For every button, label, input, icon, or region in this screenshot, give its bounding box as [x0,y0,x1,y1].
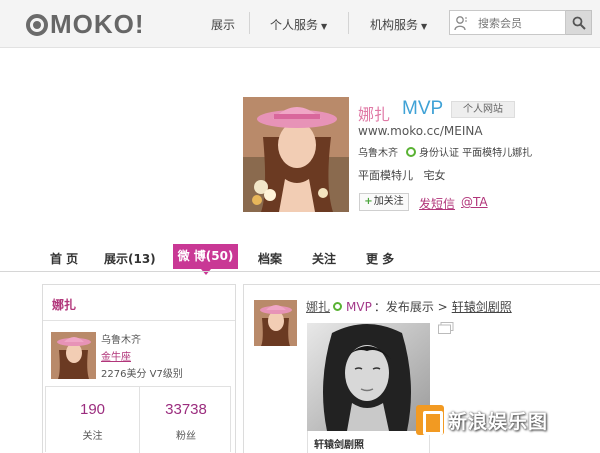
post-photo[interactable] [307,323,430,431]
post-author-photo [254,300,297,346]
sidebar-avatar-photo [51,332,96,379]
nav-divider [348,12,349,34]
profile-location: 乌鲁木齐 [358,148,398,159]
nav-divider [249,12,250,34]
verified-icon [333,302,343,311]
moko-logo[interactable]: MOKO! [26,9,145,40]
sidebar-score-value: 2276美分 [101,369,147,380]
tab-weibo[interactable]: 微 博(50) [173,244,238,275]
sidebar-city: 乌鲁木齐 [101,335,141,346]
mention-link[interactable]: @TA [461,195,488,209]
profile-name[interactable]: 娜扎 [358,101,390,125]
tab-home[interactable]: 首 页 [50,250,78,267]
profile-photo [243,97,349,212]
post-photo-image [307,323,430,431]
verification-text: 身份认证 平面模特儿娜扎 [419,148,533,159]
watermark: 新浪娱乐图 [416,405,600,441]
sidebar-info: 乌鲁木齐 金牛座 2276美分 V7级别 [101,332,183,383]
profile-tags: 平面模特儿 宅女 [358,169,446,182]
member-search-box [449,10,566,35]
verified-icon [406,146,416,157]
user-icon [454,16,467,31]
personal-site-button[interactable]: 个人网站 [451,101,515,118]
tab-following[interactable]: 关注 [312,250,336,267]
profile-url[interactable]: www.moko.cc/MEINA [358,124,483,138]
profile-avatar[interactable] [243,97,349,212]
search-icon [572,16,586,30]
watermark-text: 新浪娱乐图 [448,411,549,433]
stat-value: 190 [79,401,106,418]
watermark-logo-icon [416,405,444,435]
nav-item-label: 机构服务 [370,18,419,32]
sidebar-card: 娜扎 乌鲁木齐 金牛座 2276美分 V7级别 190 关注 33738 粉丝 [42,284,236,453]
mvp-badge: MVP [402,98,444,119]
sidebar-title[interactable]: 娜扎 [43,285,235,321]
top-navigation-bar: MOKO! 展示 个人服务 ▼ 机构服务 ▼ [0,0,600,48]
logo-icon [26,13,48,36]
post-mvp-badge: MVP [346,299,372,314]
post-photo-caption: 轩辕剑剧照 [307,431,430,453]
profile-meta: 乌鲁木齐 身份认证 平面模特儿娜扎 [358,144,532,159]
stat-following[interactable]: 190 关注 [46,387,139,453]
search-input[interactable] [478,14,562,32]
nav-item-label: 个人服务 [270,18,319,32]
caret-down-icon: ▼ [321,22,328,31]
send-message-link[interactable]: 发短信 [419,195,455,212]
stat-fans[interactable]: 33738 粉丝 [139,387,232,453]
profile-tabs: 首 页 展示(13) 档案 关注 更 多 [0,244,600,270]
post-header: 娜扎 MVP ：发布展示 > 轩辕剑剧照 [306,298,512,315]
sidebar-avatar[interactable] [51,332,96,379]
tabs-divider [0,271,600,272]
nav-item-agency-services[interactable]: 机构服务 ▼ [370,16,427,33]
nav-item-showcase[interactable]: 展示 [211,16,235,33]
stat-label: 粉丝 [176,431,196,442]
tab-showcase[interactable]: 展示(13) [104,250,156,267]
stat-value: 33738 [165,401,207,418]
sidebar-level: V7级别 [149,369,183,380]
search-button[interactable] [566,10,592,35]
post-action: ：发布展示 > [373,300,448,314]
sidebar-score: 2276美分 V7级别 [101,366,183,383]
nav-item-personal-services[interactable]: 个人服务 ▼ [270,16,327,33]
post-author-name[interactable]: 娜扎 [306,298,330,315]
sidebar-zodiac[interactable]: 金牛座 [101,349,183,366]
sidebar-stats: 190 关注 33738 粉丝 [45,386,232,453]
stat-label: 关注 [82,431,103,442]
tab-profile[interactable]: 档案 [258,250,282,267]
post-author-avatar[interactable] [254,300,297,346]
gallery-icon[interactable] [438,322,454,334]
tab-more[interactable]: 更 多 [366,250,394,267]
post-album-link[interactable]: 轩辕剑剧照 [452,298,512,315]
plus-icon: + [364,196,373,207]
follow-button[interactable]: +加关注 [359,193,409,211]
caret-down-icon: ▼ [421,22,428,31]
follow-button-label: 加关注 [373,196,404,207]
logo-text: MOKO! [50,9,145,39]
